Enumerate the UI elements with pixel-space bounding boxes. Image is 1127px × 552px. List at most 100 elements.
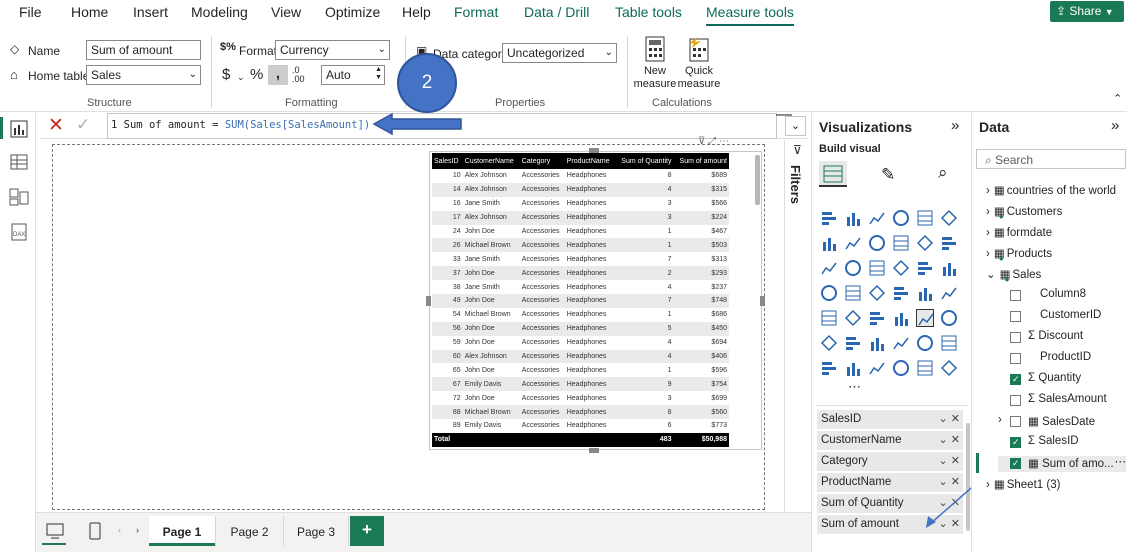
focus-mode-icon[interactable]: ⤢	[708, 136, 716, 147]
page-tab-3[interactable]: Page 3	[283, 516, 349, 546]
power-apps-icon[interactable]	[844, 359, 862, 377]
field-item[interactable]: CustomerID	[998, 309, 1126, 325]
column-header[interactable]: Sum of Quantity	[615, 153, 674, 169]
table-item[interactable]: ⌄ ▦ ● Sales	[986, 267, 1041, 284]
values-field-pill[interactable]: CustomerName ⌄ ✕	[817, 431, 963, 450]
remove-icon[interactable]: ✕	[951, 413, 960, 425]
chevron-icon[interactable]: ›	[986, 479, 990, 491]
power-automate-icon[interactable]	[868, 359, 886, 377]
share-button[interactable]: ⇪ Share ▼	[1050, 1, 1124, 22]
chevron-icon[interactable]: ›	[986, 206, 990, 218]
decimal-places-input[interactable]: Auto ▲ ▼	[321, 65, 385, 85]
field-item[interactable]: Σ Discount	[998, 330, 1126, 346]
new-measure-button[interactable]: New measure	[633, 34, 677, 94]
table-item[interactable]: › ▦ ● Customers	[986, 204, 1062, 221]
field-item[interactable]: Σ Quantity	[998, 372, 1126, 388]
decomposition-tree-icon[interactable]	[892, 334, 910, 352]
field-actions[interactable]: ⌄ ✕	[939, 412, 961, 425]
more-options-icon[interactable]: ⋯	[719, 136, 729, 147]
commit-icon[interactable]: ✓	[76, 115, 90, 135]
field-checkbox[interactable]	[1010, 374, 1021, 385]
add-page-button[interactable]: +	[350, 516, 384, 546]
field-item[interactable]: Column8	[998, 288, 1126, 304]
quick-measure-button[interactable]: Quick measure	[677, 34, 721, 94]
shape-map-icon[interactable]	[892, 284, 910, 302]
100-bar-chart-icon[interactable]	[916, 209, 934, 227]
remove-icon[interactable]: ✕	[951, 434, 960, 446]
field-item[interactable]: Σ SalesID	[998, 435, 1126, 451]
page-tab-2[interactable]: Page 2	[215, 516, 283, 546]
data-category-select[interactable]: Uncategorized ⌄	[502, 43, 617, 63]
field-checkbox[interactable]	[1010, 395, 1021, 406]
tab-home[interactable]: Home	[71, 4, 108, 20]
currency-button[interactable]: $	[222, 66, 230, 83]
filter-icon[interactable]: ⊽	[698, 136, 705, 147]
tab-measure-tools[interactable]: Measure tools	[706, 4, 794, 26]
next-page-icon[interactable]: ›	[136, 525, 139, 535]
collapse-ribbon-icon[interactable]: ⌃	[1113, 92, 1122, 105]
field-checkbox[interactable]	[1010, 458, 1021, 469]
donut-chart-icon[interactable]	[940, 259, 958, 277]
values-field-pill[interactable]: SalesID ⌄ ✕	[817, 410, 963, 429]
table-item[interactable]: › ▦ Sheet1 (3)	[986, 477, 1060, 491]
field-checkbox[interactable]	[1010, 311, 1021, 322]
field-actions[interactable]: ⌄ ✕	[939, 433, 961, 446]
pie-chart-icon[interactable]	[916, 259, 934, 277]
python-visual-icon[interactable]	[844, 334, 862, 352]
r-visual-icon[interactable]	[820, 334, 838, 352]
table-item[interactable]: › ▦ ● Products	[986, 246, 1052, 263]
more-options-icon[interactable]: ⋯	[1115, 454, 1127, 468]
column-header[interactable]: SalesID	[432, 153, 463, 169]
build-visual-tab[interactable]	[819, 161, 847, 187]
field-item[interactable]: ▦ Sum of amo...⋯	[976, 453, 1127, 473]
column-header[interactable]: Sum of amount	[673, 153, 729, 169]
chevron-icon[interactable]: ›	[986, 227, 990, 239]
qa-icon[interactable]	[916, 334, 934, 352]
expand-formula-button[interactable]: ⌄	[785, 116, 806, 136]
clustered-bar-chart-icon[interactable]	[868, 209, 886, 227]
100-column-chart-icon[interactable]	[940, 209, 958, 227]
field-checkbox[interactable]	[1010, 353, 1021, 364]
filled-map-icon[interactable]	[868, 284, 886, 302]
column-header[interactable]: CustomerName	[462, 153, 520, 169]
filters-pane-collapsed[interactable]: ⊽ Filters	[784, 140, 811, 520]
card-icon[interactable]	[820, 309, 838, 327]
resize-handle[interactable]	[760, 296, 765, 306]
chevron-icon[interactable]: ⌄	[986, 269, 996, 281]
field-item[interactable]: Σ SalesAmount	[998, 393, 1126, 409]
resize-handle[interactable]	[589, 448, 599, 453]
dax-query-view-icon[interactable]: DAX	[8, 221, 30, 243]
field-checkbox[interactable]	[1010, 332, 1021, 343]
slicer-icon[interactable]	[892, 309, 910, 327]
metrics-icon[interactable]	[892, 359, 910, 377]
field-item[interactable]: › ▦ SalesDate	[998, 414, 1126, 430]
format-visual-icon[interactable]: ✎	[881, 165, 895, 185]
matrix-icon[interactable]	[940, 309, 958, 327]
name-input[interactable]: Sum of amount	[86, 40, 201, 60]
home-table-select[interactable]: Sales ⌄	[86, 65, 201, 85]
previous-page-icon[interactable]: ‹	[118, 525, 121, 535]
collapse-pane-icon[interactable]: »	[951, 117, 959, 134]
tab-modeling[interactable]: Modeling	[191, 4, 248, 20]
tab-optimize[interactable]: Optimize	[325, 4, 380, 20]
field-item[interactable]: ProductID	[998, 351, 1126, 367]
table-item[interactable]: › ▦ countries of the world	[986, 183, 1116, 197]
funnel-chart-icon[interactable]	[868, 259, 886, 277]
spinner-icon[interactable]: ▲ ▼	[375, 66, 382, 82]
azure-map-icon[interactable]	[916, 284, 934, 302]
chevron-icon[interactable]: ›	[986, 248, 990, 260]
tab-view[interactable]: View	[271, 4, 301, 20]
table-visual[interactable]: ⊽ ⤢ ⋯ SalesID CustomerName Category Product…	[426, 136, 765, 453]
treemap-icon[interactable]	[820, 284, 838, 302]
line-column-chart-icon[interactable]	[916, 234, 934, 252]
scatter-chart-icon[interactable]	[892, 259, 910, 277]
table-view-icon[interactable]	[8, 151, 30, 173]
page-tab-1[interactable]: Page 1	[149, 516, 215, 546]
paginated-report-icon[interactable]	[820, 359, 838, 377]
format-select[interactable]: Currency ⌄	[275, 40, 390, 60]
comma-style-button[interactable]: ,	[268, 65, 288, 85]
line-clustered-column-chart-icon[interactable]	[940, 234, 958, 252]
chevron-icon[interactable]: ›	[986, 185, 990, 197]
area-chart-icon[interactable]	[844, 234, 862, 252]
ribbon-chart-icon[interactable]	[820, 259, 838, 277]
